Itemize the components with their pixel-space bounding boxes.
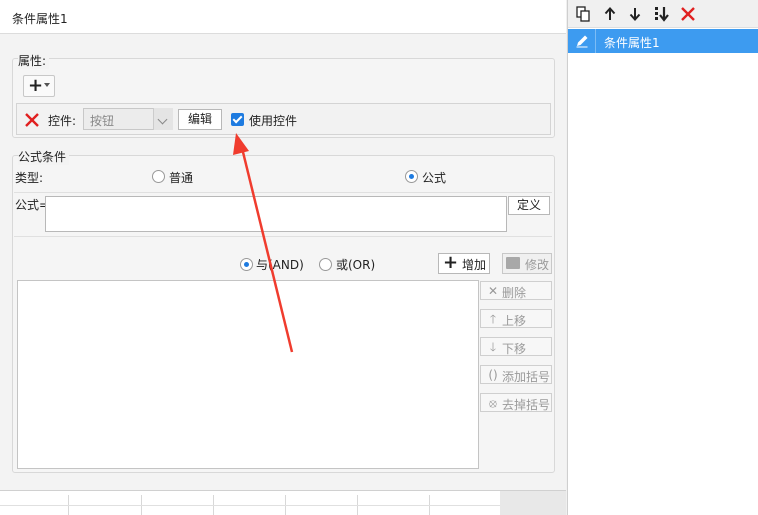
- sheet-grid-strip: [0, 490, 566, 515]
- condition-list-item[interactable]: [568, 29, 758, 53]
- type-formula-label[interactable]: 公式: [422, 169, 446, 186]
- arrow-up-icon: 🡑: [489, 312, 497, 326]
- move-bottom-icon[interactable]: [653, 5, 671, 23]
- logic-and-label[interactable]: 与(AND): [256, 256, 304, 273]
- sheet-gray-area: [500, 491, 566, 515]
- grid-line: [0, 505, 500, 506]
- plus-icon: +: [443, 252, 459, 273]
- use-control-label[interactable]: 使用控件: [249, 112, 297, 129]
- parentheses-icon: (): [488, 368, 498, 382]
- remove-parentheses-icon: ⦻: [489, 396, 497, 410]
- formula-input[interactable]: [45, 196, 507, 232]
- close-icon: ✕: [487, 284, 499, 298]
- arrow-down-icon: 🡓: [489, 340, 497, 354]
- type-normal-radio[interactable]: [152, 170, 165, 183]
- logic-or-radio[interactable]: [319, 258, 332, 271]
- formula-label: 公式=: [15, 198, 50, 212]
- attributes-legend: 属性:: [18, 52, 50, 69]
- delete-condition-button[interactable]: ✕ 删除: [480, 281, 552, 300]
- control-select-value: 按钮: [90, 114, 115, 128]
- use-control-checkbox[interactable]: [231, 113, 244, 126]
- condition-list-panel: [567, 0, 758, 515]
- move-up-button[interactable]: 🡑 上移: [480, 309, 552, 328]
- divider: [14, 236, 552, 237]
- modify-icon: [506, 257, 520, 269]
- edit-button[interactable]: 编辑: [178, 109, 222, 130]
- define-button[interactable]: 定义: [508, 196, 550, 215]
- pencil-icon: [576, 35, 588, 48]
- condition-list[interactable]: [17, 280, 479, 469]
- formula-condition-legend: 公式条件: [18, 148, 70, 165]
- plus-icon: +: [28, 75, 44, 96]
- remove-attribute-icon[interactable]: [22, 110, 42, 130]
- condition-list-item-label[interactable]: 条件属性1: [604, 34, 660, 51]
- logic-or-label[interactable]: 或(OR): [336, 256, 375, 273]
- delete-condition-label: 删除: [502, 286, 527, 300]
- divider: [595, 29, 596, 53]
- copy-icon[interactable]: [574, 5, 592, 23]
- remove-parentheses-button[interactable]: ⦻ 去掉括号: [480, 393, 552, 412]
- modify-condition-label: 修改: [525, 258, 550, 272]
- caret-down-icon: [44, 83, 50, 87]
- divider: [14, 192, 552, 193]
- control-label: 控件:: [48, 114, 77, 128]
- type-normal-label[interactable]: 普通: [169, 169, 193, 186]
- type-label: 类型:: [15, 171, 44, 185]
- arrow-down-icon[interactable]: [626, 5, 644, 23]
- title-bar: [0, 0, 566, 34]
- chevron-down-icon[interactable]: [153, 108, 173, 130]
- window-title: 条件属性1: [12, 12, 68, 26]
- remove-parentheses-label: 去掉括号: [502, 398, 551, 412]
- add-parentheses-button[interactable]: () 添加括号: [480, 365, 552, 384]
- move-down-button[interactable]: 🡓 下移: [480, 337, 552, 356]
- arrow-up-icon[interactable]: [601, 5, 619, 23]
- delete-icon[interactable]: [679, 5, 697, 23]
- move-up-label: 上移: [502, 314, 527, 328]
- move-down-label: 下移: [502, 342, 527, 356]
- type-formula-radio[interactable]: [405, 170, 418, 183]
- add-attribute-dropdown-button[interactable]: +: [23, 75, 55, 97]
- add-parentheses-label: 添加括号: [502, 370, 551, 384]
- logic-and-radio[interactable]: [240, 258, 253, 271]
- add-condition-label: 增加: [462, 258, 487, 272]
